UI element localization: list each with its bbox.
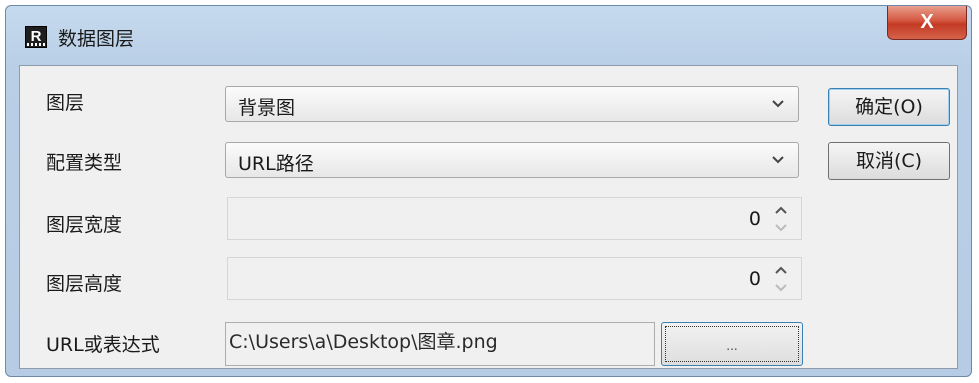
url-label: URL或表达式	[46, 334, 160, 356]
cancel-button[interactable]: 取消(C)	[828, 142, 950, 180]
data-layer-dialog: R 数据图层 X 图层 背景图 配置类型 URL路径 图层宽度 0 图层高度 0…	[5, 5, 972, 377]
ok-button[interactable]: 确定(O)	[828, 88, 950, 126]
config-type-select[interactable]: URL路径	[225, 142, 799, 178]
config-type-label: 配置类型	[46, 152, 123, 174]
config-type-select-value: URL路径	[238, 153, 314, 175]
layer-width-value: 0	[748, 208, 761, 230]
dialog-title: 数据图层	[58, 28, 135, 50]
report-designer-icon: R	[25, 26, 47, 48]
layer-select[interactable]: 背景图	[225, 86, 799, 122]
layer-label: 图层	[46, 92, 85, 114]
layer-height-label: 图层高度	[46, 273, 123, 295]
close-icon: X	[920, 11, 934, 33]
dialog-body: 图层 背景图 配置类型 URL路径 图层宽度 0 图层高度 0 URL或表达式 …	[19, 65, 958, 369]
layer-height-value: 0	[748, 268, 761, 290]
layer-select-value: 背景图	[238, 97, 296, 119]
url-field-value: C:\Users\a\Desktop\图章.png	[229, 331, 498, 353]
browse-button-label: ...	[726, 339, 738, 353]
close-button[interactable]: X	[887, 6, 967, 40]
layer-width-label: 图层宽度	[46, 214, 123, 236]
browse-button[interactable]: ...	[661, 322, 803, 366]
chevron-down-icon	[772, 156, 784, 164]
spinner-arrows-icon[interactable]	[771, 202, 791, 236]
url-field[interactable]: C:\Users\a\Desktop\图章.png	[225, 322, 655, 366]
title-bar[interactable]: R 数据图层 X	[6, 6, 971, 66]
chevron-down-icon	[772, 100, 784, 108]
layer-height-spinner[interactable]: 0	[227, 257, 802, 300]
layer-width-spinner[interactable]: 0	[227, 197, 802, 240]
spinner-arrows-icon[interactable]	[771, 262, 791, 296]
